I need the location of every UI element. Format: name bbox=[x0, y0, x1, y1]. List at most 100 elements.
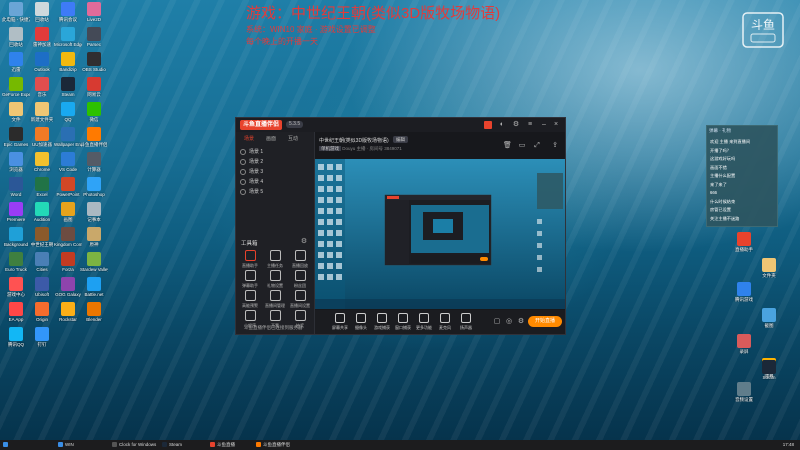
edit-title-button[interactable]: 编辑 bbox=[393, 136, 408, 143]
control-label: 游戏捕获 bbox=[374, 325, 390, 330]
desktop-icon[interactable]: 音频设置 bbox=[730, 382, 758, 412]
taskbar-item[interactable]: WIN bbox=[58, 441, 74, 449]
app-icon bbox=[737, 382, 751, 396]
scene-item[interactable]: 场景 3 bbox=[240, 168, 310, 176]
settings-icon[interactable]: ⚙ bbox=[512, 121, 520, 129]
tool-icon bbox=[244, 310, 256, 321]
desktop-icon-label: VS Code bbox=[58, 167, 77, 172]
control-button[interactable]: 扬声器 bbox=[457, 313, 475, 331]
taskbar-item[interactable]: Clock for Windows bbox=[112, 441, 156, 449]
desktop-icon-label: 截图 bbox=[764, 323, 774, 328]
desktop-icon[interactable]: 钉钉 bbox=[28, 327, 56, 357]
toolbox-settings-icon[interactable]: ⚙ bbox=[300, 238, 308, 246]
control-label: 扬声器 bbox=[460, 325, 472, 330]
chat-header: 弹幕 · 礼物 bbox=[709, 128, 731, 133]
taskbar-item[interactable]: 斗鱼直播伴侣 bbox=[256, 441, 290, 449]
app-icon bbox=[87, 177, 101, 191]
scene-item[interactable]: 场景 1 bbox=[240, 148, 310, 156]
control-button[interactable]: 更多功能 bbox=[415, 313, 433, 331]
streaming-app-window[interactable]: 斗鱼直播伴侣 5.3.5 ◐ ⚙ ≡ – × 场景 画面 互动 场景 1 场景 2… bbox=[235, 117, 566, 335]
eye-icon[interactable] bbox=[240, 188, 246, 195]
desktop-icon[interactable]: 文件夹 bbox=[755, 258, 783, 288]
desktop-icon-label: 录屏 bbox=[739, 349, 749, 354]
eye-icon[interactable] bbox=[240, 148, 246, 155]
taskbar-item-label: Clock for Windows bbox=[119, 442, 157, 447]
skin-icon[interactable]: ◐ bbox=[498, 121, 506, 129]
taskbar-item[interactable]: Steam bbox=[162, 441, 182, 449]
eye-icon[interactable] bbox=[240, 158, 246, 165]
tool-button[interactable]: 直播间管理 bbox=[264, 290, 286, 310]
title-bar[interactable]: 斗鱼直播伴侣 5.3.5 ◐ ⚙ ≡ – × bbox=[236, 118, 565, 132]
desktop-icon-label: Forza bbox=[62, 267, 74, 272]
desktop-icon-label: 中世纪王朝 bbox=[30, 242, 54, 247]
control-button[interactable]: 摄像头 bbox=[352, 313, 370, 331]
scene-item[interactable]: 场景 4 bbox=[240, 178, 310, 186]
desktop-icon-label: Steam bbox=[61, 92, 75, 97]
tool-button[interactable]: 直播间设置 bbox=[289, 290, 311, 310]
tool-button[interactable]: 高能预警 bbox=[239, 290, 261, 310]
minimize-icon[interactable]: – bbox=[540, 121, 548, 129]
desktop-icon-label: 音乐 bbox=[37, 92, 47, 97]
stream-preview[interactable] bbox=[315, 159, 565, 309]
share-icon[interactable]: ⇪ bbox=[551, 142, 559, 150]
app-icon bbox=[9, 327, 23, 341]
app-icon bbox=[737, 334, 751, 348]
desktop-icon[interactable]: Steam bbox=[755, 360, 783, 390]
desktop-icon[interactable]: 截图 bbox=[755, 308, 783, 338]
fullscreen-icon[interactable]: ⤢ bbox=[533, 142, 541, 150]
desktop-icon-label: Word bbox=[10, 192, 22, 197]
control-button[interactable]: 窗口捕获 bbox=[394, 313, 412, 331]
desktop-icon-label: Outlook bbox=[34, 67, 50, 72]
tool-button[interactable]: 主播任务 bbox=[264, 250, 286, 270]
app-icon bbox=[9, 127, 23, 141]
control-button[interactable]: 屏幕共享 bbox=[331, 313, 349, 331]
chat-message: 来了来了 bbox=[710, 181, 727, 187]
control-button[interactable]: 游戏捕获 bbox=[373, 313, 391, 331]
scene-label: 场景 3 bbox=[249, 169, 264, 175]
control-button[interactable]: 麦克风 bbox=[436, 313, 454, 331]
desktop-icon[interactable]: Rockstar bbox=[54, 302, 82, 332]
audio-settings-icon[interactable]: ◎ bbox=[505, 318, 513, 326]
eye-icon[interactable] bbox=[240, 168, 246, 175]
scene-item[interactable]: 场景 5 bbox=[240, 188, 310, 196]
menu-icon[interactable]: ≡ bbox=[526, 121, 534, 129]
desktop-icon-label: 音频设置 bbox=[735, 397, 753, 402]
eye-icon[interactable] bbox=[240, 178, 246, 185]
tool-button[interactable]: 粉丝团 bbox=[289, 270, 311, 290]
tab-scene[interactable]: 场景 bbox=[244, 135, 254, 142]
tab-interact[interactable]: 互动 bbox=[288, 135, 298, 142]
desktop-icon[interactable]: Blender bbox=[80, 302, 108, 332]
desktop-icon[interactable]: 腾讯游戏 bbox=[730, 282, 758, 312]
desktop-icon-label: Cities bbox=[36, 267, 48, 272]
tab-screen[interactable]: 画面 bbox=[266, 135, 276, 142]
app-icon bbox=[35, 327, 49, 341]
tool-icon bbox=[269, 290, 281, 301]
desktop-icon[interactable]: 录屏 bbox=[730, 334, 758, 364]
avatar[interactable] bbox=[484, 121, 492, 129]
tool-label: 礼物设置 bbox=[267, 283, 283, 288]
control-label: 窗口捕获 bbox=[395, 325, 411, 330]
desktop-icon[interactable]: 直播助手 bbox=[730, 232, 758, 262]
layout-icon[interactable]: ▭ bbox=[518, 142, 526, 150]
app-icon bbox=[737, 232, 751, 246]
tool-button[interactable]: 直播回放 bbox=[289, 250, 311, 270]
taskbar-item[interactable]: 斗鱼直播 bbox=[210, 441, 235, 449]
start-live-button[interactable]: 开始直播 bbox=[528, 316, 562, 327]
category-pill[interactable]: 单机游戏 bbox=[319, 146, 341, 151]
desktop-icon-label: 计算器 bbox=[87, 167, 101, 172]
trash-icon[interactable]: 🗑 bbox=[503, 142, 512, 150]
douyu-logo-icon: 斗鱼 bbox=[742, 12, 784, 48]
tool-button[interactable]: 弹幕助手 bbox=[239, 270, 261, 290]
tool-button[interactable]: 直播助手 bbox=[239, 250, 261, 270]
desktop-icon[interactable]: 腾讯QQ bbox=[2, 327, 30, 357]
tool-button[interactable]: 礼物设置 bbox=[264, 270, 286, 290]
scene-item[interactable]: 场景 2 bbox=[240, 158, 310, 166]
app-icon bbox=[9, 102, 23, 116]
close-icon[interactable]: × bbox=[552, 121, 560, 129]
scene-tabs: 场景 画面 互动 bbox=[236, 132, 314, 144]
desktop-icon-label: Bandizip bbox=[59, 67, 77, 72]
app-icon bbox=[87, 52, 101, 66]
start-button[interactable] bbox=[3, 441, 10, 449]
more-settings-icon[interactable]: ⚙ bbox=[517, 318, 525, 326]
camera-settings-icon[interactable]: ▢ bbox=[493, 318, 501, 326]
